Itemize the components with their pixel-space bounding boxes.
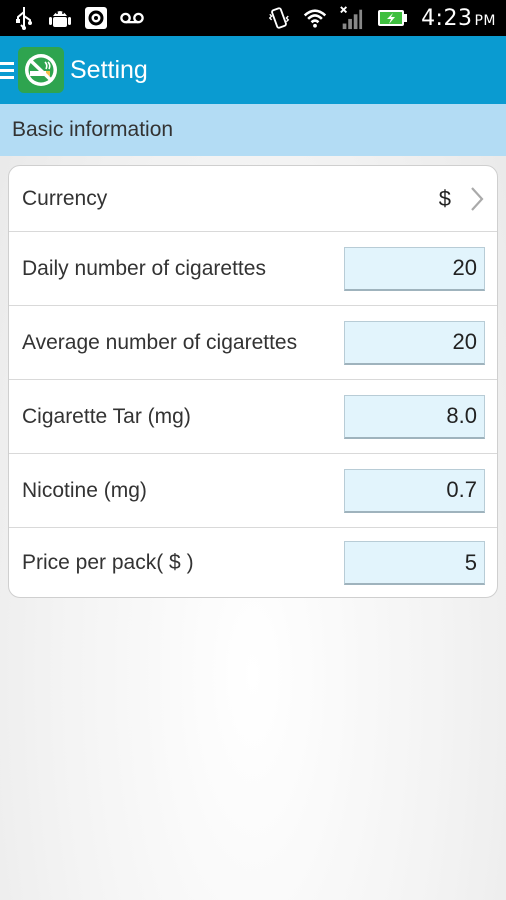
- daily-cigarettes-row: Daily number of cigarettes: [9, 232, 497, 306]
- settings-icon: [84, 6, 108, 30]
- page-title: Setting: [70, 55, 148, 84]
- average-cigarettes-label: Average number of cigarettes: [22, 330, 298, 354]
- average-cigarettes-row: Average number of cigarettes: [9, 306, 497, 380]
- daily-cigarettes-label: Daily number of cigarettes: [22, 256, 266, 280]
- tar-row: Cigarette Tar (mg): [9, 380, 497, 454]
- status-bar-right: 4:23 PM: [267, 6, 496, 31]
- currency-selector[interactable]: $: [439, 186, 485, 212]
- usb-icon: [12, 6, 36, 30]
- vibrate-icon: [267, 6, 291, 30]
- status-bar-left: [12, 6, 144, 30]
- price-row: Price per pack( $ ): [9, 528, 497, 597]
- currency-row[interactable]: Currency $: [9, 166, 497, 232]
- section-header: Basic information: [0, 104, 506, 156]
- settings-card: Currency $ Daily number of cigarettes Av…: [8, 165, 498, 598]
- action-bar: Setting: [0, 36, 506, 104]
- android-debug-icon: [48, 6, 72, 30]
- price-input[interactable]: [344, 541, 485, 585]
- voicemail-icon: [120, 6, 144, 30]
- chevron-right-icon: [469, 186, 485, 212]
- currency-label: Currency: [22, 186, 108, 210]
- status-bar: 4:23 PM: [0, 0, 506, 36]
- tar-label: Cigarette Tar (mg): [22, 404, 191, 428]
- nicotine-label: Nicotine (mg): [22, 478, 147, 502]
- nicotine-row: Nicotine (mg): [9, 454, 497, 528]
- nicotine-input[interactable]: [344, 468, 485, 513]
- no-smoking-icon[interactable]: [18, 47, 64, 93]
- menu-icon[interactable]: [0, 61, 16, 79]
- battery-charging-icon: [375, 6, 409, 30]
- average-cigarettes-input[interactable]: [344, 320, 485, 365]
- daily-cigarettes-input[interactable]: [344, 246, 485, 291]
- tar-input[interactable]: [344, 394, 485, 439]
- price-label: Price per pack( $ ): [22, 551, 194, 574]
- wifi-icon: [303, 6, 327, 30]
- currency-value: $: [438, 185, 451, 211]
- signal-icon: [339, 6, 363, 30]
- status-time: 4:23 PM: [421, 5, 496, 31]
